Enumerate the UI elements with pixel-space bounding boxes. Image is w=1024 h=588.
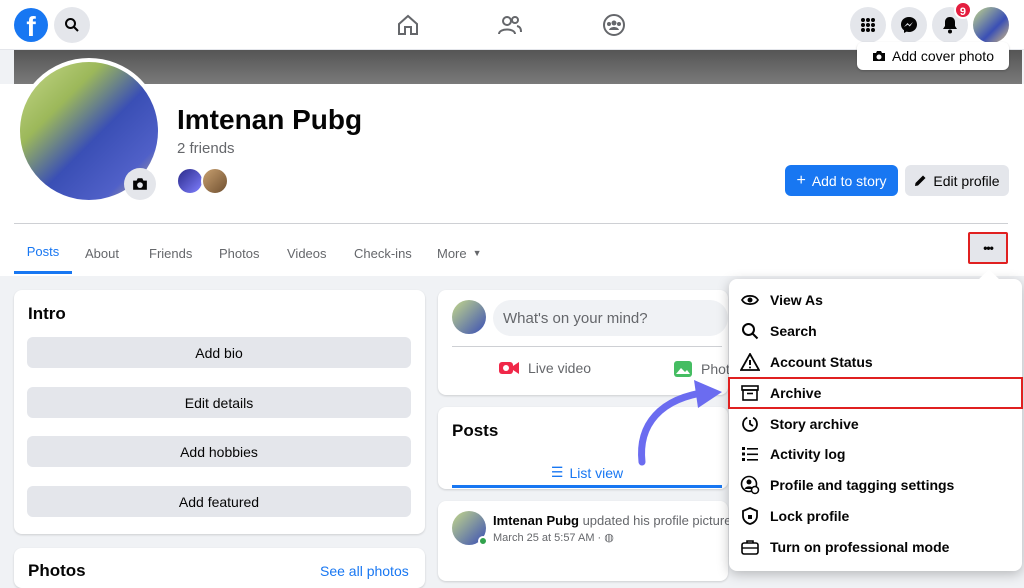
tab-more[interactable]: More ▼ (437, 232, 482, 274)
menu-grid-button[interactable] (850, 7, 886, 43)
more-options-button[interactable]: ••• (968, 232, 1008, 264)
facebook-logo[interactable]: f (14, 8, 48, 42)
search-icon (740, 321, 760, 341)
briefcase-icon (740, 537, 760, 557)
menu-item-story-archive[interactable]: Story archive (740, 410, 1015, 438)
live-video-label: Live video (528, 360, 592, 376)
messenger-icon (901, 17, 917, 33)
notifications-button[interactable]: 9 (932, 1, 972, 43)
pencil-icon (915, 175, 926, 186)
grid-icon (861, 18, 875, 32)
friends-count[interactable]: 2 friends (177, 140, 235, 157)
add-to-story-button[interactable]: + Add to story (785, 165, 898, 196)
add-cover-photo-button[interactable]: Add cover photo (857, 42, 1009, 70)
menu-item-activity-log[interactable]: Activity log (740, 440, 1015, 468)
menu-item-label: Activity log (770, 446, 846, 462)
tab-check-ins[interactable]: Check-ins (354, 232, 412, 274)
archive-highlight-box (728, 377, 1023, 409)
menu-item-label: Account Status (770, 354, 873, 370)
tab-posts[interactable]: Posts (14, 232, 72, 274)
annotation-arrow (638, 380, 722, 466)
groups-nav-button[interactable] (594, 5, 634, 45)
menu-item-view-as[interactable]: View As (740, 286, 1015, 314)
menu-item-account-status[interactable]: Account Status (740, 348, 1015, 376)
user-gear-icon (740, 475, 760, 495)
post-action-text: updated his profile picture (582, 513, 732, 528)
messenger-button[interactable] (891, 7, 927, 43)
post-time-label: March 25 at 5:57 AM · (493, 532, 602, 544)
tab-more-label: More (437, 245, 467, 261)
online-status-dot (478, 536, 488, 546)
status-input[interactable]: What's on your mind? (493, 300, 728, 336)
tab-about[interactable]: About (85, 232, 119, 274)
menu-item-label: Story archive (770, 416, 859, 432)
menu-item-search[interactable]: Search (740, 317, 1015, 345)
add-hobbies-button[interactable]: Add hobbies (27, 436, 411, 467)
post-header: Imtenan Pubg updated his profile picture (493, 513, 731, 528)
post-author-name[interactable]: Imtenan Pubg (493, 513, 579, 528)
clock-icon (740, 414, 760, 434)
menu-item-label: View As (770, 292, 823, 308)
menu-item-profile-tagging[interactable]: Profile and tagging settings (740, 471, 1015, 499)
friend-avatar[interactable] (176, 167, 204, 195)
menu-item-lock-profile[interactable]: Lock profile (740, 502, 1015, 530)
bell-icon (943, 17, 957, 34)
account-avatar[interactable] (973, 7, 1009, 43)
friend-avatar[interactable] (201, 167, 229, 195)
edit-profile-button[interactable]: Edit profile (905, 165, 1009, 196)
friends-icon (498, 16, 522, 35)
globe-icon: ◍ (604, 532, 614, 544)
header-divider (14, 223, 1008, 224)
list-icon (740, 444, 760, 464)
camera-icon (133, 178, 147, 190)
add-cover-photo-label: Add cover photo (892, 48, 994, 64)
plus-icon: + (796, 171, 806, 189)
search-button[interactable] (54, 7, 90, 43)
add-to-story-label: Add to story (811, 172, 887, 189)
menu-item-label: Turn on professional mode (770, 539, 950, 555)
notification-count-badge: 9 (953, 1, 972, 19)
composer-avatar[interactable] (452, 300, 486, 334)
photos-title: Photos (28, 561, 86, 580)
menu-item-label: Profile and tagging settings (770, 477, 955, 493)
menu-item-label: Search (770, 323, 817, 339)
intro-title: Intro (28, 304, 66, 323)
camera-icon (873, 51, 886, 61)
add-bio-button[interactable]: Add bio (27, 337, 411, 368)
live-video-button[interactable]: Live video (498, 360, 591, 376)
home-icon (398, 14, 418, 35)
video-camera-icon (499, 362, 519, 374)
see-all-photos-link[interactable]: See all photos (320, 563, 409, 579)
shield-icon (740, 506, 760, 526)
edit-profile-label: Edit profile (933, 172, 1000, 189)
tab-friends[interactable]: Friends (149, 232, 192, 274)
change-profile-picture-button[interactable] (124, 168, 156, 200)
add-featured-button[interactable]: Add featured (27, 486, 411, 517)
posts-title: Posts (452, 421, 499, 440)
post-timestamp[interactable]: March 25 at 5:57 AM · ◍ (493, 531, 614, 544)
menu-item-professional-mode[interactable]: Turn on professional mode (740, 533, 1015, 561)
friends-nav-button[interactable] (490, 5, 530, 45)
list-view-label: List view (569, 464, 624, 481)
eye-icon (740, 290, 760, 310)
edit-details-button[interactable]: Edit details (27, 387, 411, 418)
groups-icon (603, 14, 625, 36)
tab-videos[interactable]: Videos (287, 232, 327, 274)
warning-icon (740, 352, 760, 372)
list-icon: ☰ (550, 464, 564, 480)
composer-divider (452, 346, 722, 347)
tab-photos[interactable]: Photos (219, 232, 259, 274)
menu-item-label: Lock profile (770, 508, 850, 524)
search-icon (65, 18, 79, 32)
profile-name: Imtenan Pubg (177, 104, 363, 135)
home-nav-button[interactable] (388, 5, 428, 45)
caret-down-icon: ▼ (472, 248, 482, 258)
